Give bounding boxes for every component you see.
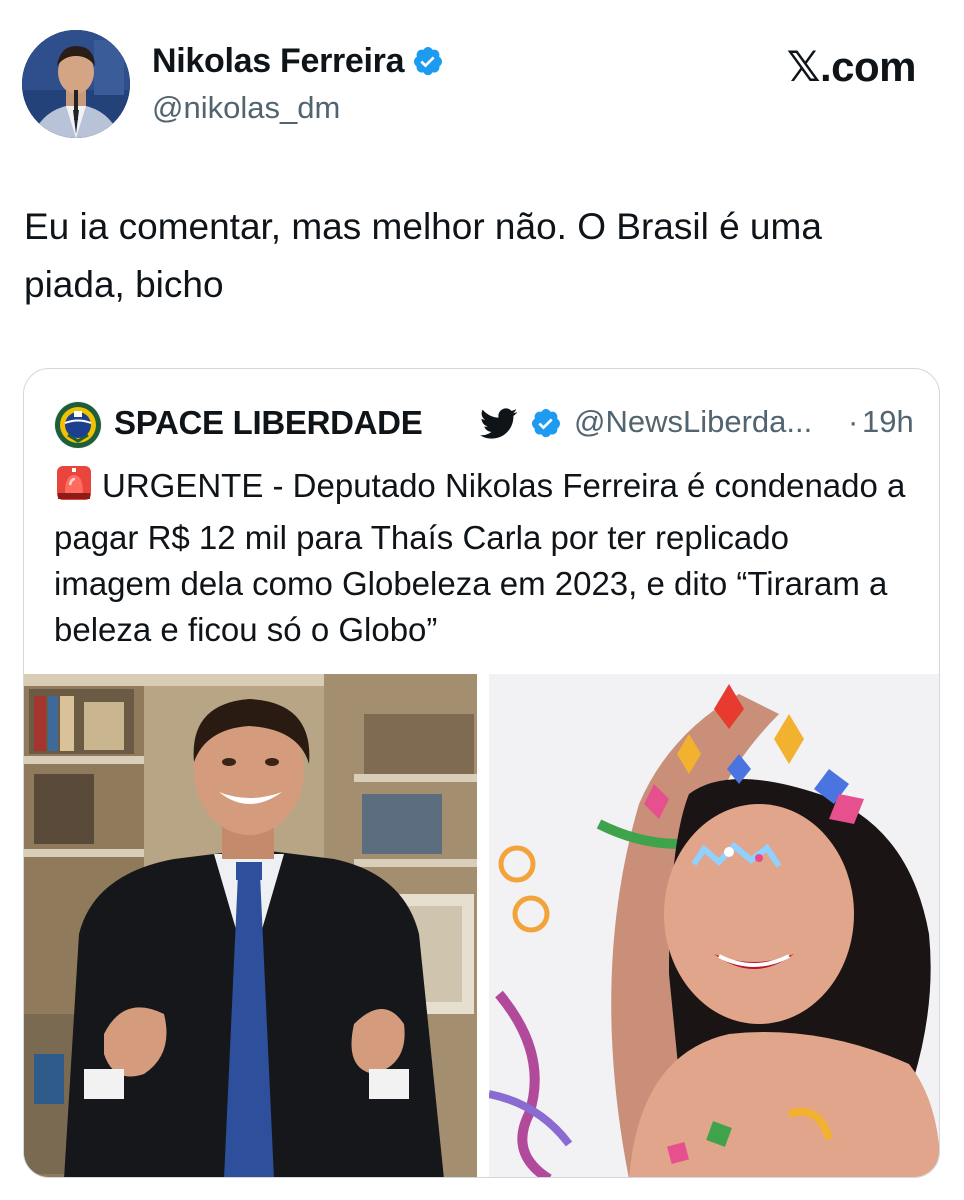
author-avatar[interactable] bbox=[22, 30, 130, 138]
media-photo-man[interactable] bbox=[24, 674, 477, 1177]
author-name[interactable]: Nikolas Ferreira bbox=[152, 42, 405, 80]
quoted-author-name[interactable]: SPACE LIBERDADE bbox=[114, 404, 423, 442]
tweet-text: Eu ia comentar, mas melhor não. O Brasil… bbox=[24, 206, 822, 305]
tweet-header: Nikolas Ferreira @nikolas_dm 𝕏.com bbox=[22, 30, 964, 140]
siren-icon bbox=[54, 463, 94, 515]
verified-badge-icon bbox=[412, 45, 444, 86]
author-name-row[interactable]: Nikolas Ferreira bbox=[152, 42, 444, 86]
separator-dot: · bbox=[848, 404, 859, 439]
quoted-tweet-body: URGENTE - Deputado Nikolas Ferreira é co… bbox=[54, 463, 914, 653]
author-handle[interactable]: @nikolas_dm bbox=[152, 90, 340, 126]
quoted-author-handle[interactable]: @NewsLiberda... bbox=[574, 404, 812, 440]
x-brand-logo: 𝕏.com bbox=[786, 43, 917, 90]
quoted-author-avatar[interactable] bbox=[54, 401, 102, 449]
quoted-verified-badge-icon bbox=[530, 407, 562, 444]
bird-icon bbox=[480, 408, 518, 445]
media-photo-woman[interactable] bbox=[489, 674, 939, 1177]
quoted-tweet-header: SPACE LIBERDADE @NewsLiberda... · 19h bbox=[54, 399, 919, 449]
quoted-timestamp[interactable]: 19h bbox=[862, 404, 914, 440]
quoted-tweet-text: URGENTE - Deputado Nikolas Ferreira é co… bbox=[54, 467, 906, 648]
quoted-tweet-card[interactable]: SPACE LIBERDADE @NewsLiberda... · 19h UR… bbox=[23, 368, 940, 1178]
